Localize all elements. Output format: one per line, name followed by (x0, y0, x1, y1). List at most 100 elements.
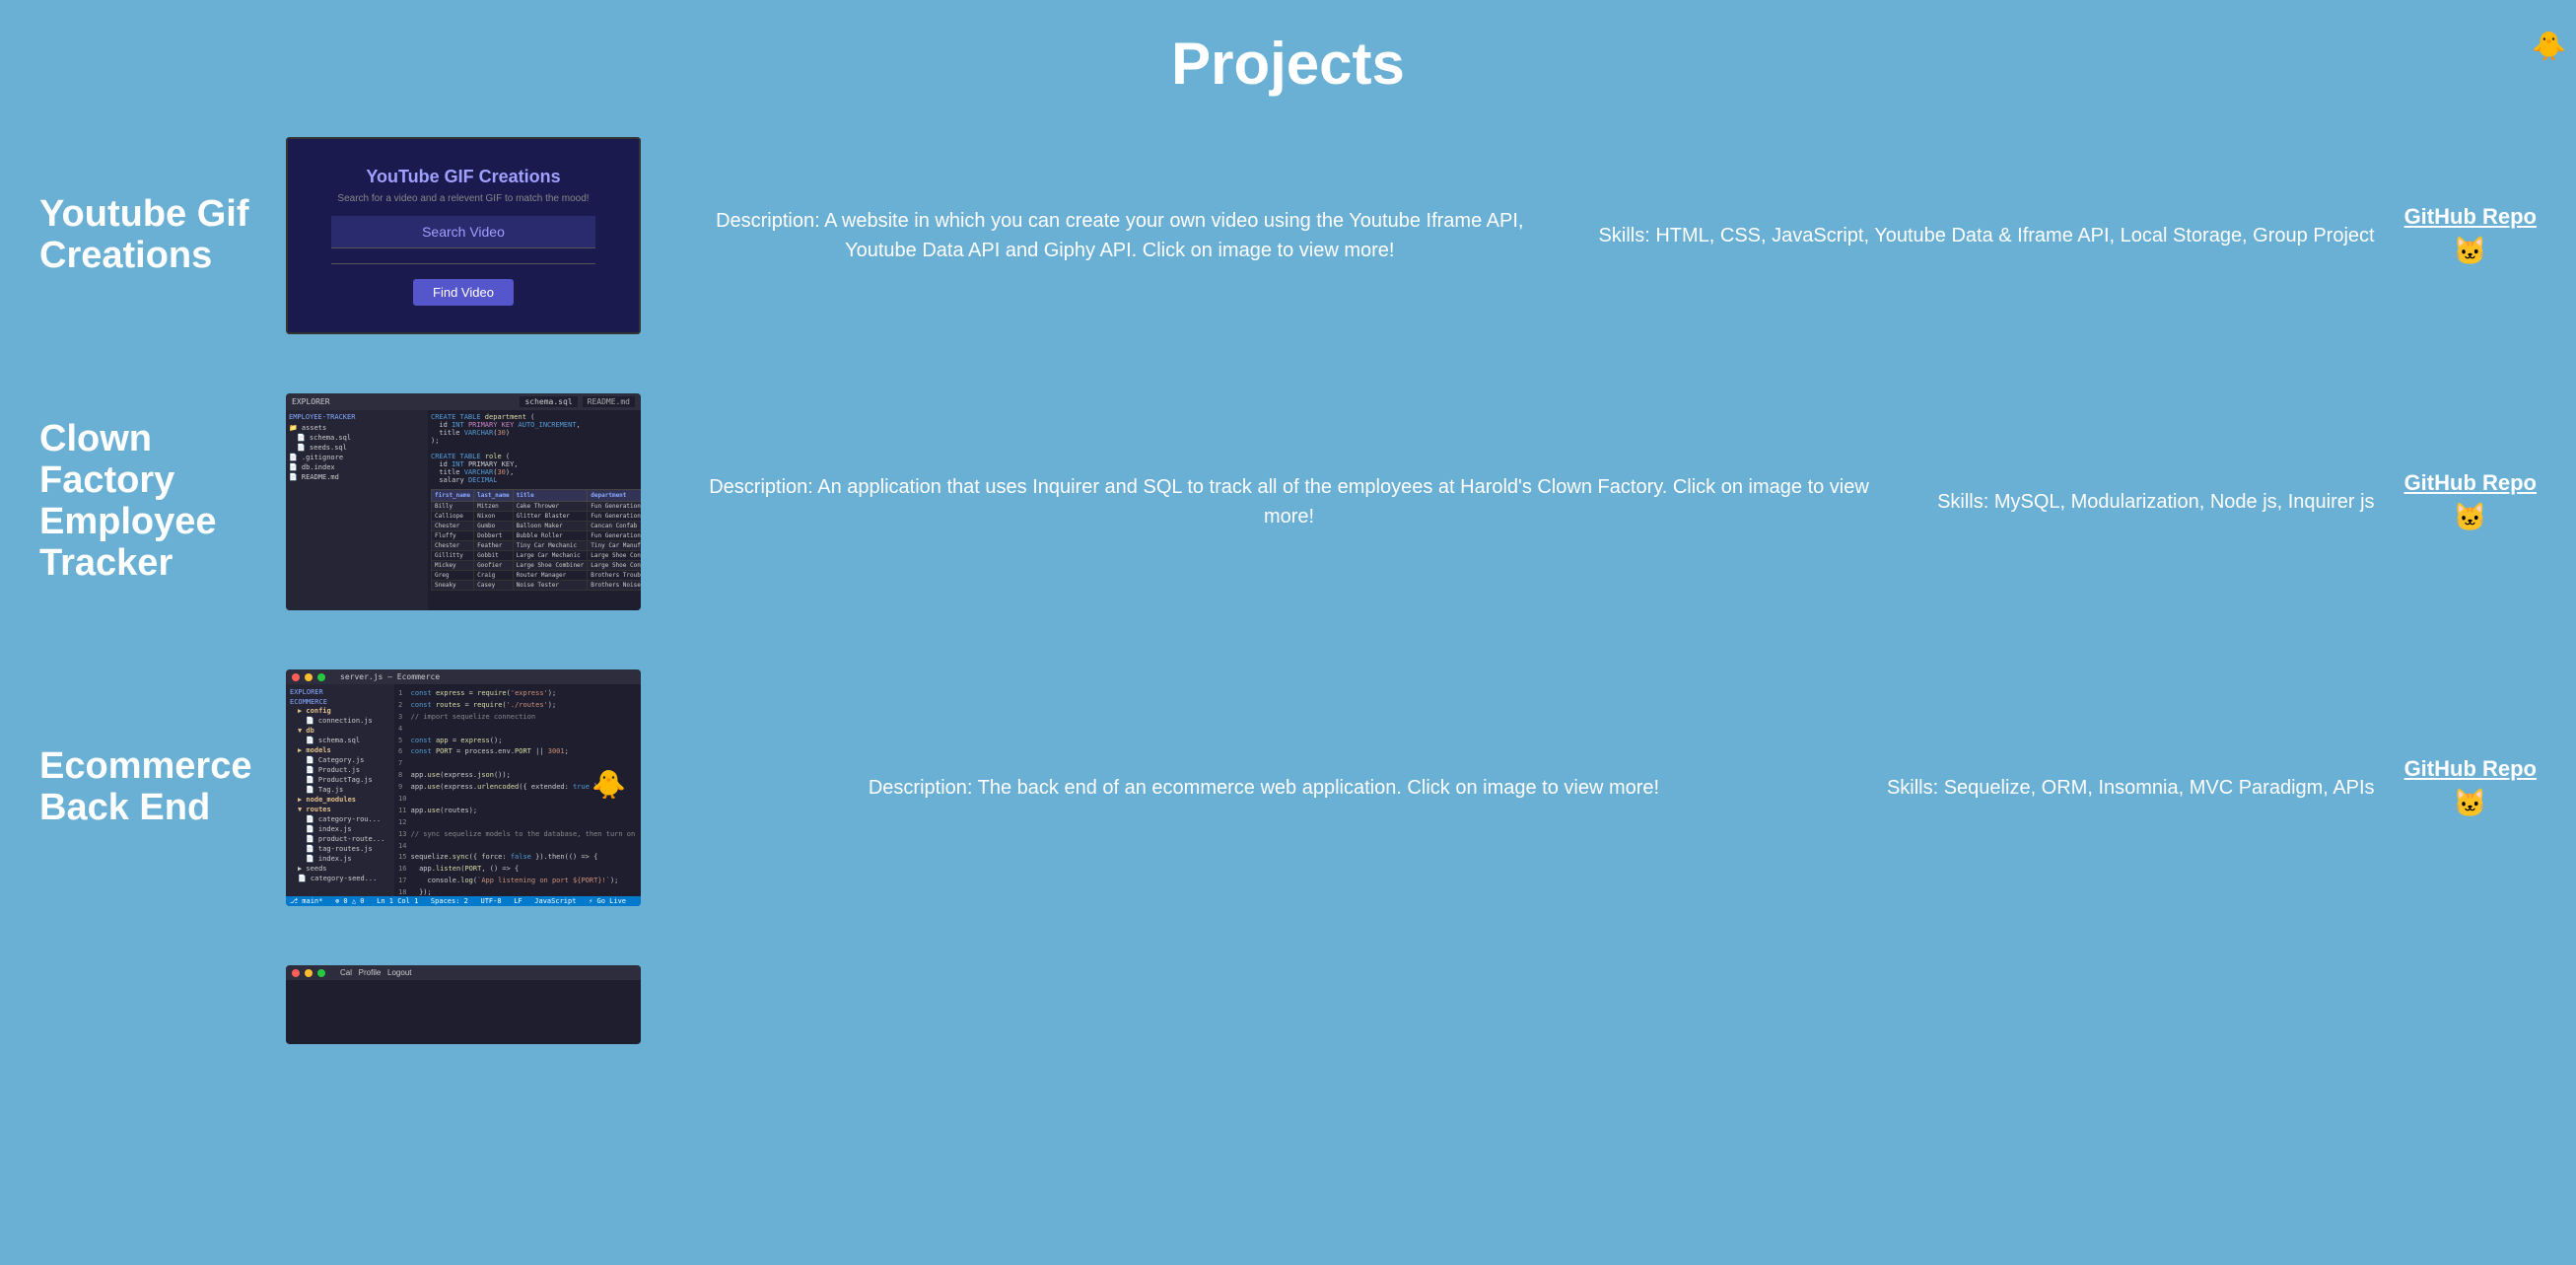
yt-search-bar: Search Video (331, 216, 596, 248)
code-line: title VARCHAR(30), (431, 468, 638, 476)
ecom-header: server.js — Ecommerce (286, 669, 641, 684)
project-skills-yt-gif: Skills: HTML, CSS, JavaScript, Youtube D… (1599, 221, 2375, 250)
maximize-dot-partial (317, 969, 325, 977)
file-tab-schema: schema.sql (520, 396, 577, 407)
code-line: 6 const PORT = process.env.PORT || 3001; (398, 746, 637, 758)
partial-content (286, 980, 641, 1043)
category-file: 📄 Category.js (306, 755, 390, 765)
code-line: 4 (398, 724, 637, 736)
project-skills-clown-factory: Skills: MySQL, Modularization, Node js, … (1937, 487, 2375, 517)
project-image-clown-factory[interactable]: EXPLORER schema.sql README.md EMPLOYEE-T… (286, 393, 641, 610)
minimize-dot (305, 673, 313, 681)
code-line: 17 console.log(`App listening on port ${… (398, 876, 637, 887)
code-line: 15 sequelize.sync({ force: false }).then… (398, 852, 637, 864)
close-dot-partial (292, 969, 300, 977)
partial-header: Cal Profile Logout (286, 965, 641, 980)
project-row-ecommerce: Ecommerce Back End server.js — Ecommerce… (39, 669, 2537, 906)
code-line: 11 app.use(routes); (398, 806, 637, 817)
yt-preview-title: YouTube GIF Creations (366, 167, 560, 187)
project-image-yt-gif[interactable]: YouTube GIF Creations Search for a video… (286, 137, 641, 334)
code-line: 14 (398, 841, 637, 853)
file-item: 📄 schema.sql (297, 433, 425, 443)
duck-emoji-ecom: 🐥 (592, 768, 626, 801)
code-line: id INT PRIMARY KEY, (431, 460, 638, 468)
tag-file: 📄 Tag.js (306, 785, 390, 795)
project-row-yt-gif: Youtube Gif Creations YouTube GIF Creati… (39, 137, 2537, 334)
tagroutes-file: 📄 tag-routes.js (306, 844, 390, 854)
project-title-ecommerce: Ecommerce Back End (39, 746, 256, 829)
file-item: 📄 .gitignore (289, 453, 425, 462)
project-link-clown-factory: GitHub Repo 🐱 (2404, 470, 2537, 533)
page-title: Projects (0, 30, 2576, 98)
project-row-partial: Cal Profile Logout (39, 965, 2537, 1044)
connection-file: 📄 connection.js (306, 716, 390, 726)
explorer-label: EXPLORER (292, 397, 330, 406)
models-folder: ▶ models (298, 745, 390, 755)
project-row-clown-factory: Clown Factory Employee Tracker EXPLORER … (39, 393, 2537, 610)
table-section: first_namelast_nametitledepartmentsalary… (431, 489, 638, 591)
seeds-folder: ▶ seeds (298, 864, 390, 874)
maximize-dot (317, 673, 325, 681)
projects-container: Youtube Gif Creations YouTube GIF Creati… (0, 117, 2576, 1084)
code-header-clown: EXPLORER schema.sql README.md (286, 393, 641, 410)
partial-project-image[interactable]: Cal Profile Logout (286, 965, 641, 1044)
github-emoji-ecommerce: 🐱 (2404, 787, 2537, 819)
project-title-clown-factory: Clown Factory Employee Tracker (39, 419, 256, 584)
github-link-yt-gif[interactable]: GitHub Repo (2404, 204, 2537, 230)
category-route-file: 📄 category-rou... (306, 814, 390, 824)
project-link-ecommerce: GitHub Repo 🐱 (2404, 756, 2537, 819)
config-folder: ▶ config (298, 706, 390, 716)
github-link-clown-factory[interactable]: GitHub Repo (2404, 470, 2537, 496)
minimize-dot-partial (305, 969, 313, 977)
code-line: 16 app.listen(PORT, () => { (398, 864, 637, 876)
index2-file: 📄 index.js (306, 854, 390, 864)
file-item: 📄 db.index (289, 462, 425, 472)
code-line: ); (431, 437, 638, 445)
ecom-file-explorer: EXPLORER ECOMMERCE ▶ config 📄 connection… (286, 684, 394, 905)
yt-find-button: Find Video (413, 279, 514, 306)
file-item: 📁 assets (289, 423, 425, 433)
product-file: 📄 Product.js (306, 765, 390, 775)
code-line: CREATE TABLE department ( (431, 413, 638, 421)
project-description-ecommerce: Description: The back end of an ecommerc… (670, 773, 1857, 803)
index-route-file: 📄 index.js (306, 824, 390, 834)
schema-file: 📄 schema.sql (306, 736, 390, 745)
explorer-title: EMPLOYEE-TRACKER (289, 413, 425, 421)
file-item: 📄 README.md (289, 472, 425, 482)
github-emoji-clown-factory: 🐱 (2404, 501, 2537, 533)
partial-window-title: Cal Profile Logout (340, 968, 411, 977)
code-editor-panel: CREATE TABLE department ( id INT PRIMARY… (428, 410, 641, 610)
project-link-yt-gif: GitHub Repo 🐱 (2404, 204, 2537, 267)
code-line: 3 // import sequelize connection (398, 712, 637, 724)
file-explorer-panel: EMPLOYEE-TRACKER 📁 assets 📄 schema.sql 📄… (286, 410, 428, 610)
category-seed-file: 📄 category-seed... (298, 874, 390, 883)
code-line: 2 const routes = require('./routes'); (398, 700, 637, 712)
status-bar-ecom: ⎇ main* ⊗ 0 △ 0 Ln 1 Col 1 Spaces: 2 UTF… (286, 896, 641, 906)
file-tab-readme: README.md (583, 396, 635, 407)
file-item: 📄 seeds.sql (297, 443, 425, 453)
code-line: 5 const app = express(); (398, 736, 637, 747)
project-skills-ecommerce: Skills: Sequelize, ORM, Insomnia, MVC Pa… (1887, 773, 2375, 803)
product-route-file: 📄 product-route... (306, 834, 390, 844)
window-title: server.js — Ecommerce (340, 672, 440, 681)
producttag-file: 📄 ProductTag.js (306, 775, 390, 785)
code-line: id INT PRIMARY KEY AUTO_INCREMENT, (431, 421, 638, 429)
yt-preview-subtitle: Search for a video and a relevent GIF to… (337, 193, 589, 204)
code-line (431, 445, 638, 453)
code-line: 1 const express = require('express'); (398, 688, 637, 700)
project-image-ecommerce[interactable]: server.js — Ecommerce EXPLORER ECOMMERCE… (286, 669, 641, 906)
page-title-container: Projects (0, 0, 2576, 117)
project-description-yt-gif: Description: A website in which you can … (670, 206, 1569, 265)
close-dot (292, 673, 300, 681)
code-line: salary DECIMAL (431, 476, 638, 484)
project-title-yt-gif: Youtube Gif Creations (39, 194, 256, 277)
code-line: CREATE TABLE role ( (431, 453, 638, 460)
code-line: 13 // sync sequelize models to the datab… (398, 829, 637, 841)
code-line: 12 (398, 817, 637, 829)
routes-folder: ▼ routes (298, 805, 390, 814)
github-link-ecommerce[interactable]: GitHub Repo (2404, 756, 2537, 782)
github-emoji-yt-gif: 🐱 (2404, 235, 2537, 267)
db-folder: ▼ db (298, 726, 390, 736)
code-line: title VARCHAR(30) (431, 429, 638, 437)
ecom-folder-label: ECOMMERCE (290, 698, 390, 706)
